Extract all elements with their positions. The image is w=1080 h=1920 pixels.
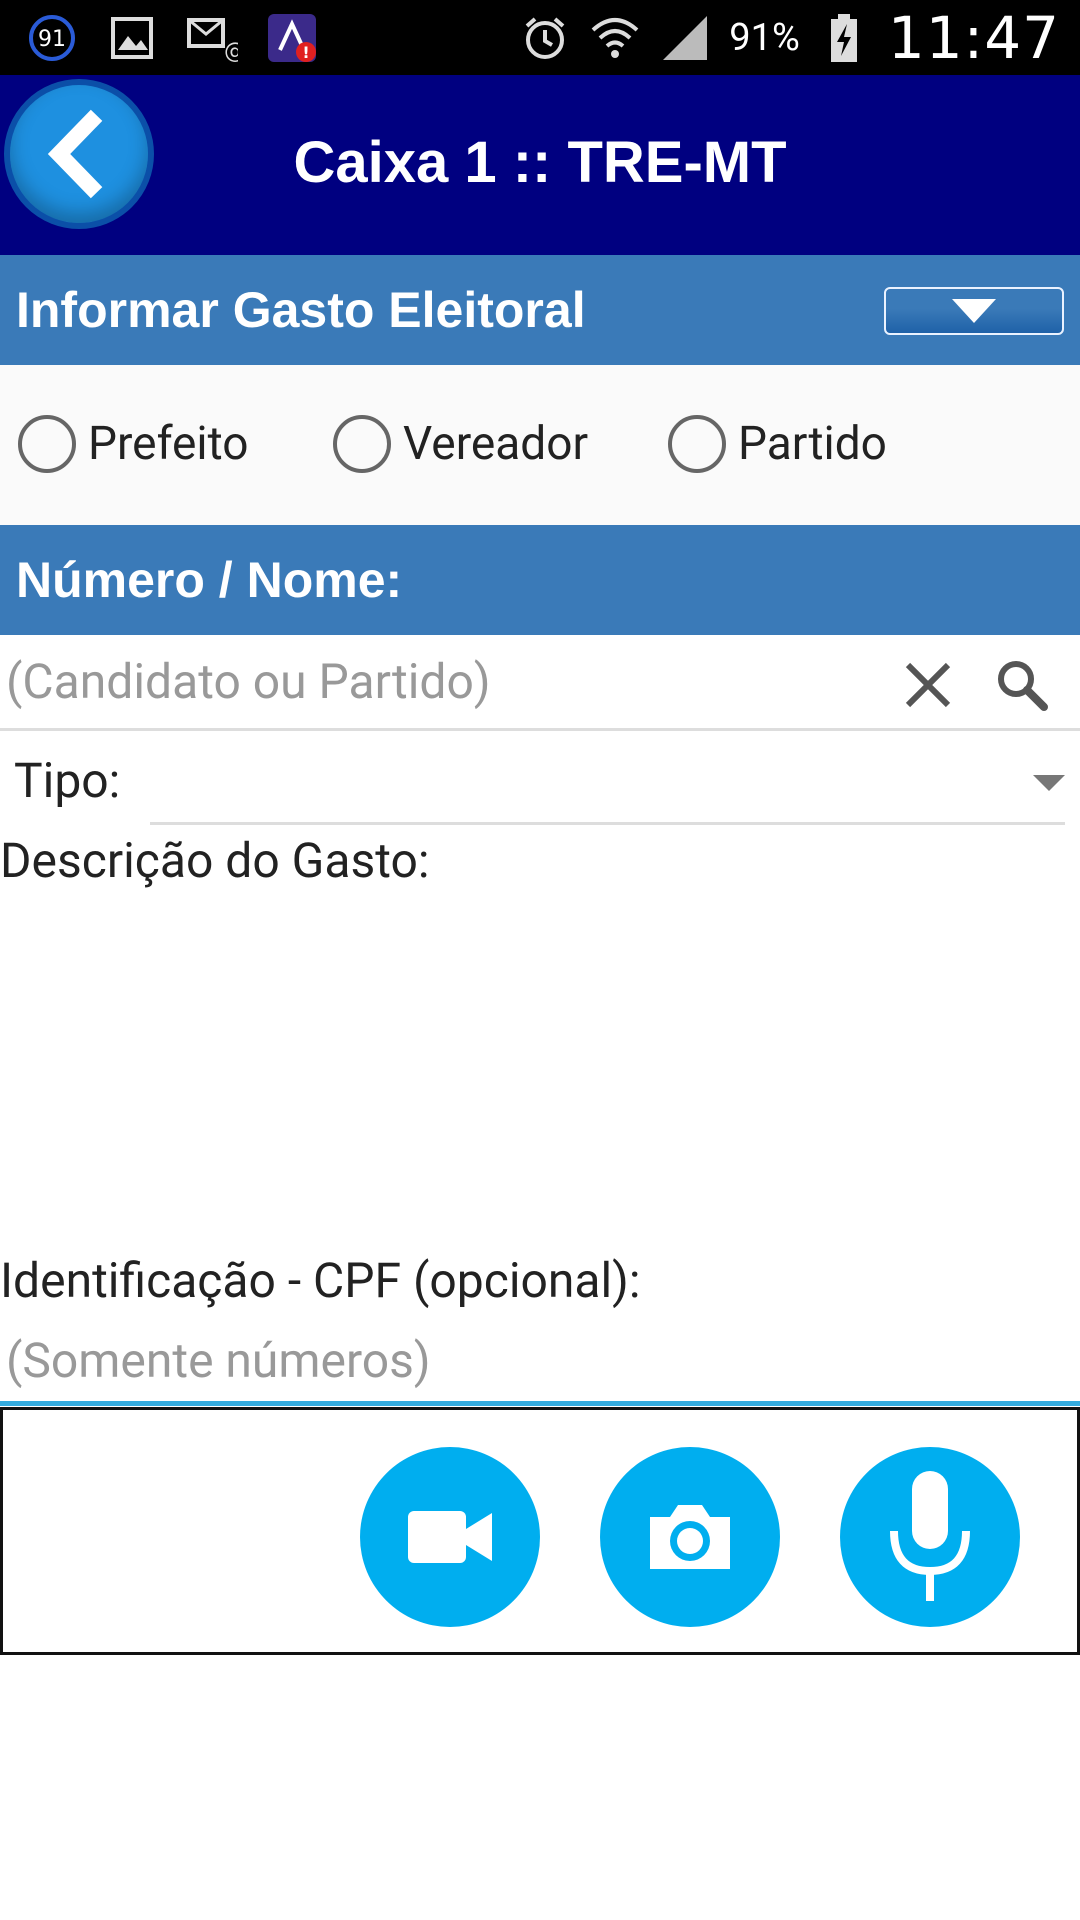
number-name-label: Número / Nome:: [16, 552, 403, 608]
app-alert-icon: !: [266, 12, 318, 64]
clear-icon[interactable]: [900, 657, 956, 713]
alarm-icon: [519, 12, 571, 64]
battery-percentage: 91%: [729, 15, 800, 60]
cpf-placeholder: (Somente números): [6, 1332, 431, 1389]
section-dropdown-button[interactable]: [884, 287, 1064, 335]
microphone-icon: [890, 1471, 970, 1601]
battery-charging-icon: [818, 12, 870, 64]
chevron-down-icon: [1033, 775, 1065, 791]
radio-circle[interactable]: [668, 415, 726, 473]
radio-label: Partido: [738, 417, 887, 471]
wifi-icon: [589, 12, 641, 64]
radio-vereador[interactable]: Vereador: [333, 415, 588, 473]
tipo-label: Tipo:: [14, 752, 121, 809]
section-header: Informar Gasto Eleitoral: [0, 255, 1080, 365]
radio-label: Vereador: [403, 417, 589, 471]
radio-circle[interactable]: [333, 415, 391, 473]
record-audio-button[interactable]: [840, 1447, 1020, 1627]
search-icon[interactable]: [992, 655, 1052, 715]
tipo-select[interactable]: [150, 745, 1065, 825]
radio-prefeito[interactable]: Prefeito: [18, 415, 248, 473]
status-bar: 91 @ ! 91% 11:47: [0, 0, 1080, 75]
notification-count-icon: 91: [26, 12, 78, 64]
take-photo-button[interactable]: [600, 1447, 780, 1627]
record-video-button[interactable]: [360, 1447, 540, 1627]
descricao-label: Descrição do Gasto:: [0, 832, 430, 889]
gallery-icon: [106, 12, 158, 64]
video-camera-icon: [408, 1511, 492, 1563]
email-icon: @: [186, 12, 238, 64]
svg-text:!: !: [302, 43, 309, 62]
search-input[interactable]: (Candidato ou Partido): [0, 635, 1080, 731]
candidate-type-radio-group: Prefeito Vereador Partido: [0, 365, 1080, 525]
radio-circle[interactable]: [18, 415, 76, 473]
radio-partido[interactable]: Partido: [668, 415, 887, 473]
cpf-input[interactable]: (Somente números): [0, 1320, 1080, 1406]
clock: 11:47: [887, 3, 1060, 72]
search-placeholder: (Candidato ou Partido): [6, 653, 491, 710]
descricao-textarea[interactable]: [0, 900, 1080, 1240]
number-name-header: Número / Nome:: [0, 525, 1080, 635]
page-title: Caixa 1 :: TRE-MT: [293, 130, 787, 195]
section-title: Informar Gasto Eleitoral: [16, 282, 586, 338]
app-header: Caixa 1 :: TRE-MT: [0, 75, 1080, 255]
dropdown-triangle-icon: [952, 299, 996, 323]
media-attachment-panel: [0, 1407, 1080, 1655]
signal-icon: [659, 12, 711, 64]
radio-label: Prefeito: [88, 417, 249, 471]
svg-text:91: 91: [38, 27, 66, 52]
camera-icon: [650, 1505, 730, 1569]
svg-text:@: @: [224, 39, 238, 64]
cpf-label: Identificação - CPF (opcional):: [0, 1252, 641, 1309]
